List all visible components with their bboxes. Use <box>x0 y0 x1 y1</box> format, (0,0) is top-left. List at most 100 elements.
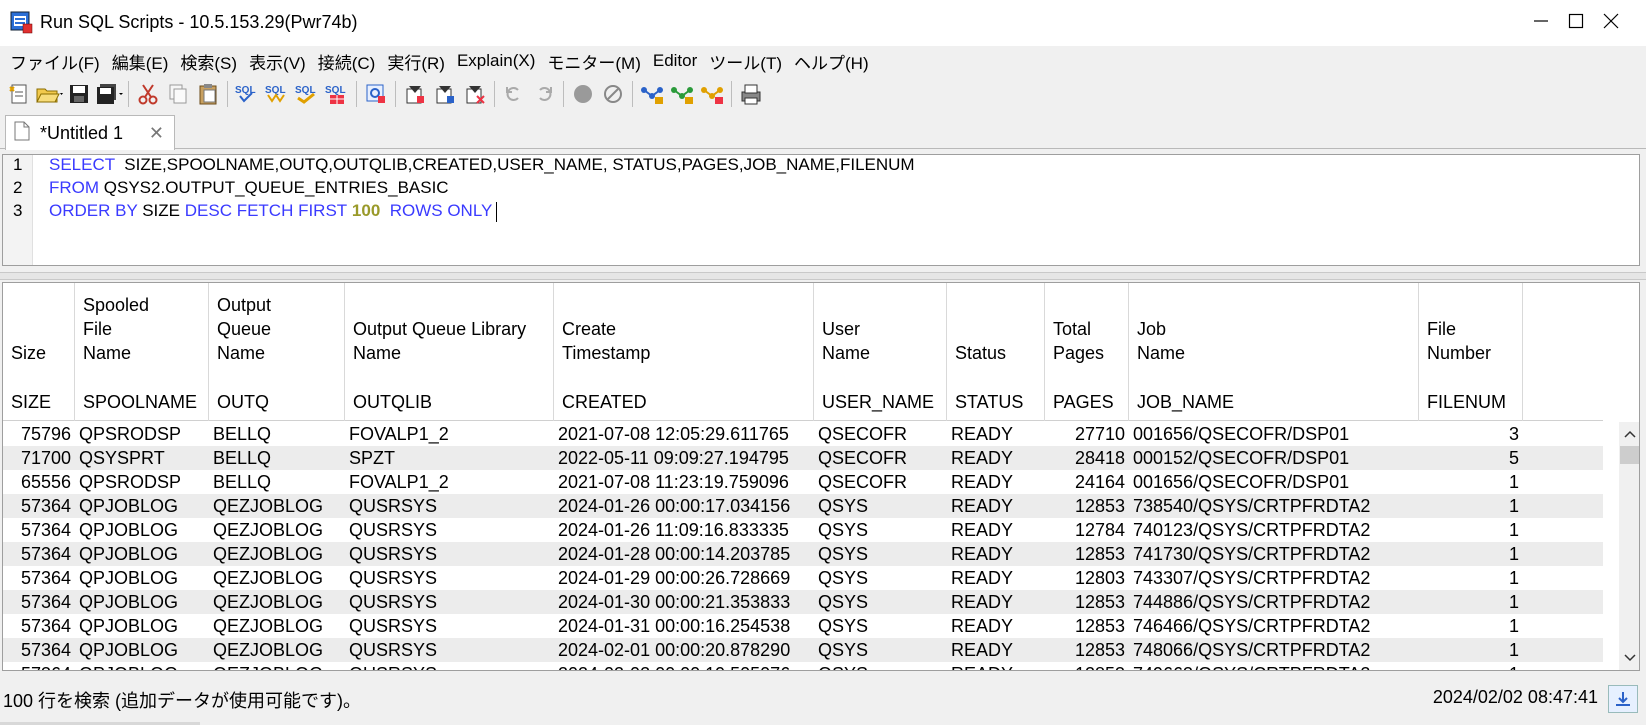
cell-spoolname: QPJOBLOG <box>79 544 179 564</box>
cell-status: READY <box>951 424 1014 444</box>
table-row[interactable]: 71700 QSYSPRT BELLQ SPZT 2022-05-11 09:09:27… <box>3 446 1603 470</box>
print-icon[interactable] <box>737 80 765 108</box>
tab-untitled-1[interactable]: *Untitled 1 ✕ <box>5 115 175 150</box>
cell-created: 2024-01-29 00:00:26.728669 <box>558 568 791 588</box>
table-row[interactable]: 57364 QPJOBLOG QEZJOBLOG QUSRSYS 2024-01-31 … <box>3 614 1603 638</box>
cell-size: 57364 <box>20 568 71 588</box>
sql-run-all-icon[interactable]: SQL <box>293 80 321 108</box>
column-header-name: FILENUM <box>1427 392 1507 412</box>
close-button[interactable] <box>1576 0 1646 46</box>
cell-outqlib: QUSRSYS <box>349 640 438 660</box>
table-row[interactable]: 57364 QPJOBLOG QEZJOBLOG QUSRSYS 2024-01-26 … <box>3 518 1603 542</box>
sql-keyword: FROM <box>49 178 100 197</box>
cell-status: READY <box>951 640 1014 660</box>
grid-body: 75796 QPSRODSP BELLQ FOVALP1_2 2021-07-08 12… <box>3 422 1603 670</box>
column-header-job_name[interactable]: Job Name JOB_NAME <box>1129 283 1419 421</box>
cell-job_name: 001656/QSECOFR/DSP01 <box>1133 424 1350 444</box>
column-header-filenum[interactable]: File Number FILENUM <box>1419 283 1523 421</box>
sql-run-selected-icon[interactable]: SQL <box>323 80 351 108</box>
sql-editor[interactable]: 1 2 3 SELECT SIZE,SPOOLNAME,OUTQ,OUTQLIB… <box>2 154 1640 266</box>
explain-icon[interactable] <box>401 80 429 108</box>
monitor-view-icon[interactable] <box>698 80 726 108</box>
stop-icon[interactable] <box>569 80 597 108</box>
table-row[interactable]: 57364QPJOBLOGQEZJOBLOGQUSRSYS2024-02-02 … <box>3 662 1603 670</box>
menu-run[interactable]: 実行(R) <box>381 49 451 74</box>
cell-size: 57364 <box>20 544 71 564</box>
save-all-icon[interactable] <box>95 80 123 108</box>
column-header-spoolname[interactable]: Spooled File Name SPOOLNAME <box>75 283 209 421</box>
table-row[interactable]: 57364 QPJOBLOG QEZJOBLOG QUSRSYS 2024-01-30 … <box>3 590 1603 614</box>
menu-explain[interactable]: Explain(X) <box>451 51 541 71</box>
vertical-scrollbar[interactable] <box>1619 422 1639 670</box>
grid-header: Size SIZE Spooled File Name SPOOLNAME Output… <box>3 283 1603 421</box>
menu-help[interactable]: ヘルプ(H) <box>788 49 875 74</box>
cell-spoolname: QPSRODSP <box>79 472 182 492</box>
cell-pages: 12853 <box>1045 662 1129 670</box>
tab-label: *Untitled 1 <box>40 122 124 143</box>
table-row[interactable]: 57364 QPJOBLOG QEZJOBLOG QUSRSYS 2024-01-26 … <box>3 494 1603 518</box>
results-grid[interactable]: Size SIZE Spooled File Name SPOOLNAME Output… <box>2 282 1640 671</box>
cell-outqlib: QUSRSYS <box>349 616 438 636</box>
line-number-gutter: 1 2 3 <box>3 155 33 265</box>
visual-explain-icon[interactable] <box>362 80 390 108</box>
menu-edit[interactable]: 編集(E) <box>106 49 175 74</box>
new-script-icon[interactable] <box>5 80 33 108</box>
table-row[interactable]: 57364 QPJOBLOG QEZJOBLOG QUSRSYS 2024-01-29 … <box>3 566 1603 590</box>
cell-size: 57364 <box>20 640 71 660</box>
menu-file[interactable]: ファイル(F) <box>4 49 106 74</box>
scroll-down-icon[interactable] <box>1619 648 1639 668</box>
tab-close-icon[interactable]: ✕ <box>149 123 164 144</box>
explain-run-icon[interactable] <box>431 80 459 108</box>
monitor-start-icon[interactable] <box>638 80 666 108</box>
cell-job_name: 749663/QSYS/CRTPFRDTA2 <box>1129 662 1419 670</box>
undo-icon[interactable] <box>500 80 528 108</box>
cell-created: 2022-05-11 09:09:27.194795 <box>558 448 789 468</box>
copy-icon[interactable] <box>164 80 192 108</box>
cell-job_name: 746466/QSYS/CRTPFRDTA2 <box>1133 616 1371 636</box>
cell-user_name: QSYS <box>818 544 869 564</box>
scroll-thumb[interactable] <box>1620 446 1639 464</box>
download-icon[interactable] <box>1608 685 1638 713</box>
menu-search[interactable]: 検索(S) <box>174 49 243 74</box>
table-row[interactable]: 57364 QPJOBLOG QEZJOBLOG QUSRSYS 2024-02-01 … <box>3 638 1603 662</box>
column-header-outqlib[interactable]: Output Queue Library Name OUTQLIB <box>345 283 554 421</box>
column-header-pages[interactable]: Total Pages PAGES <box>1045 283 1129 421</box>
column-header-name: PAGES <box>1053 392 1114 412</box>
cell-size: 65556 <box>20 472 71 492</box>
cell-user_name: QSYS <box>814 662 947 670</box>
open-folder-icon[interactable] <box>35 80 63 108</box>
table-row[interactable]: 65556 QPSRODSP BELLQ FOVALP1_2 2021-07-08 11… <box>3 470 1603 494</box>
menu-tools[interactable]: ツール(T) <box>703 49 788 74</box>
cell-outqlib: SPZT <box>349 448 396 468</box>
cell-user_name: QSYS <box>818 496 869 516</box>
sql-run-statement-icon[interactable]: SQL <box>233 80 261 108</box>
table-row[interactable]: 75796 QPSRODSP BELLQ FOVALP1_2 2021-07-08 12… <box>3 422 1603 446</box>
column-header-outq[interactable]: Output Queue Name OUTQ <box>209 283 345 421</box>
monitor-stop-icon[interactable] <box>668 80 696 108</box>
column-header-user_name[interactable]: User Name USER_NAME <box>814 283 947 421</box>
redo-icon[interactable] <box>530 80 558 108</box>
explain-clear-icon[interactable] <box>461 80 489 108</box>
cell-job_name: 748066/QSYS/CRTPFRDTA2 <box>1133 640 1371 660</box>
column-header-name: SPOOLNAME <box>83 392 198 412</box>
menu-connection[interactable]: 接続(C) <box>312 49 382 74</box>
sql-keyword: ROWS ONLY <box>385 201 493 220</box>
scroll-up-icon[interactable] <box>1619 424 1639 444</box>
column-header-status[interactable]: Status STATUS <box>947 283 1045 421</box>
cut-icon[interactable] <box>134 80 162 108</box>
cell-filenum: 5 <box>1508 448 1519 468</box>
cancel-icon[interactable] <box>599 80 627 108</box>
menu-view[interactable]: 表示(V) <box>243 49 312 74</box>
cell-outq: QEZJOBLOG <box>213 544 324 564</box>
column-header-label: Total Pages <box>1053 319 1105 363</box>
cell-status: READY <box>951 592 1014 612</box>
menu-monitor[interactable]: モニター(M) <box>541 49 646 74</box>
column-header-size[interactable]: Size SIZE <box>3 283 75 421</box>
sql-run-from-selected-icon[interactable]: SQL <box>263 80 291 108</box>
column-header-created[interactable]: Create Timestamp CREATED <box>554 283 814 421</box>
menu-editor[interactable]: Editor <box>647 51 703 71</box>
paste-icon[interactable] <box>194 80 222 108</box>
pane-splitter[interactable] <box>0 272 1646 280</box>
table-row[interactable]: 57364 QPJOBLOG QEZJOBLOG QUSRSYS 2024-01-28 … <box>3 542 1603 566</box>
save-icon[interactable] <box>65 80 93 108</box>
